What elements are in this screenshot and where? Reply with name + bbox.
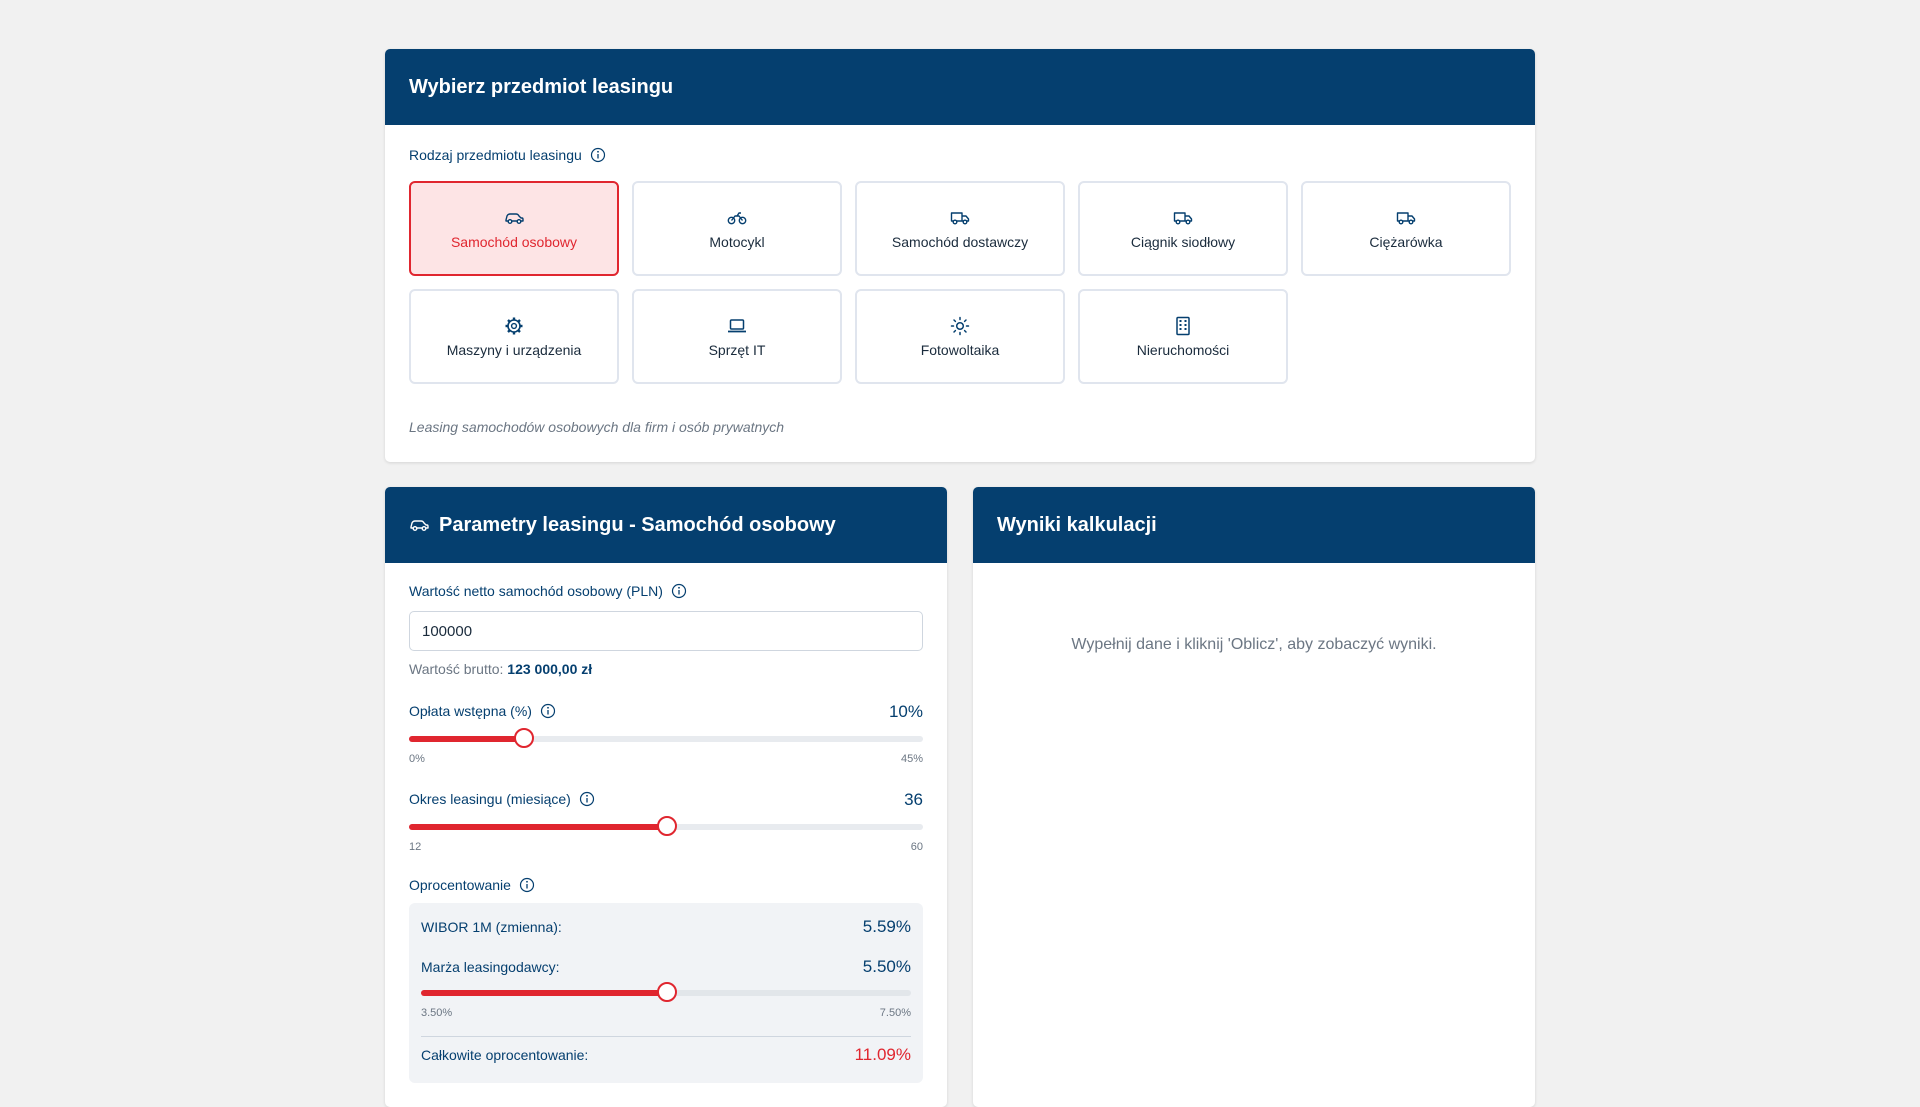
tile-machinery[interactable]: Maszyny i urządzenia [409, 289, 619, 384]
gross-value-label: Wartość brutto: [409, 661, 504, 677]
down-payment-label: Opłata wstępna (%) [409, 703, 532, 719]
margin-min: 3.50% [421, 1007, 453, 1019]
tile-passenger-car[interactable]: Samochód osobowy [409, 181, 619, 276]
subject-description: Leasing samochodów osobowych dla firm i … [409, 419, 785, 435]
down-payment-slider[interactable] [409, 728, 923, 748]
tile-label: Sprzęt IT [708, 341, 766, 358]
results-panel: Wyniki kalkulacji Wypełnij dane i klikni… [973, 487, 1535, 1107]
interest-label: Oprocentowanie [409, 877, 511, 893]
lease-subject-panel: Wybierz przedmiot leasingu Rodzaj przedm… [385, 49, 1535, 462]
parameters-title: Parametry leasingu - Samochód osobowy [439, 513, 836, 536]
slider-fill [409, 736, 524, 742]
results-empty-message: Wypełnij dane i kliknij 'Oblicz', aby zo… [1071, 636, 1437, 653]
lease-parameters-panel: Parametry leasingu - Samochód osobowy Wa… [385, 487, 947, 1107]
results-header: Wyniki kalkulacji [973, 487, 1535, 563]
info-icon[interactable] [579, 791, 595, 807]
margin-value: 5.50% [862, 957, 911, 976]
tile-label: Fotowoltaika [920, 341, 1000, 358]
tile-heavy-truck[interactable]: Ciężarówka [1301, 181, 1511, 276]
down-payment-label-row: Opłata wstępna (%) [409, 703, 556, 719]
lease-subject-title: Wybierz przedmiot leasingu [409, 75, 674, 98]
truck-icon [1173, 208, 1193, 228]
wibor-label: WIBOR 1M (zmienna): [421, 919, 562, 935]
tile-delivery-van[interactable]: Samochód dostawczy [855, 181, 1065, 276]
net-value-label: Wartość netto samochód osobowy (PLN) [409, 583, 663, 599]
slider-fill [421, 990, 666, 996]
down-payment-max: 45% [900, 753, 923, 765]
slider-thumb[interactable] [657, 816, 677, 836]
sun-icon [950, 316, 970, 336]
lease-subject-header: Wybierz przedmiot leasingu [385, 49, 1535, 125]
down-payment-min: 0% [409, 753, 425, 765]
info-icon[interactable] [540, 703, 556, 719]
truck-icon [1396, 208, 1416, 228]
period-label-row: Okres leasingu (miesiące) [409, 791, 595, 807]
period-min: 12 [409, 841, 422, 853]
info-icon[interactable] [590, 147, 606, 163]
gear-icon [504, 316, 524, 336]
down-payment-value: 10% [888, 702, 923, 721]
interest-box: WIBOR 1M (zmienna): 5.59% Marża leasingo… [409, 903, 923, 1083]
wibor-value: 5.59% [862, 917, 911, 936]
tile-real-estate[interactable]: Nieruchomości [1078, 289, 1288, 384]
tile-label: Maszyny i urządzenia [446, 341, 582, 358]
period-max: 60 [910, 841, 923, 853]
slider-fill [409, 824, 666, 830]
tile-photovoltaics[interactable]: Fotowoltaika [855, 289, 1065, 384]
net-value-label-row: Wartość netto samochód osobowy (PLN) [409, 583, 687, 599]
total-rate-value: 11.09% [854, 1045, 911, 1064]
tile-tractor-unit[interactable]: Ciągnik siodłowy [1078, 181, 1288, 276]
margin-slider[interactable] [421, 982, 911, 1002]
slider-thumb[interactable] [657, 982, 677, 1002]
car-icon [410, 520, 429, 531]
gross-value-row: Wartość brutto: 123 000,00 zł [409, 661, 592, 677]
laptop-icon [727, 316, 747, 336]
tile-label: Nieruchomości [1136, 341, 1230, 358]
results-title: Wyniki kalkulacji [997, 513, 1157, 536]
car-icon [504, 208, 524, 228]
divider [421, 1036, 911, 1037]
gross-value: 123 000,00 zł [507, 661, 593, 677]
tile-it-equipment[interactable]: Sprzęt IT [632, 289, 842, 384]
tile-label: Samochód dostawczy [891, 233, 1029, 250]
margin-label: Marża leasingodawcy: [421, 959, 560, 975]
slider-thumb[interactable] [514, 728, 535, 748]
period-label: Okres leasingu (miesiące) [409, 791, 571, 807]
motorcycle-icon [727, 208, 747, 228]
info-icon[interactable] [671, 583, 687, 599]
building-icon [1173, 316, 1193, 336]
net-value-input[interactable] [409, 611, 923, 651]
period-slider[interactable] [409, 816, 923, 836]
period-value: 36 [904, 790, 923, 809]
tile-motorcycle[interactable]: Motocykl [632, 181, 842, 276]
total-rate-label: Całkowite oprocentowanie: [421, 1047, 589, 1063]
tile-label: Motocykl [709, 233, 765, 250]
subject-type-label: Rodzaj przedmiotu leasingu [409, 147, 582, 163]
info-icon[interactable] [519, 877, 535, 893]
tile-label: Ciągnik siodłowy [1130, 233, 1236, 250]
subject-type-label-row: Rodzaj przedmiotu leasingu [409, 147, 606, 163]
interest-label-row: Oprocentowanie [409, 877, 535, 893]
margin-max: 7.50% [879, 1007, 911, 1019]
tile-label: Ciężarówka [1369, 233, 1443, 250]
truck-icon [950, 208, 970, 228]
parameters-header: Parametry leasingu - Samochód osobowy [385, 487, 947, 563]
tile-label: Samochód osobowy [450, 233, 578, 250]
